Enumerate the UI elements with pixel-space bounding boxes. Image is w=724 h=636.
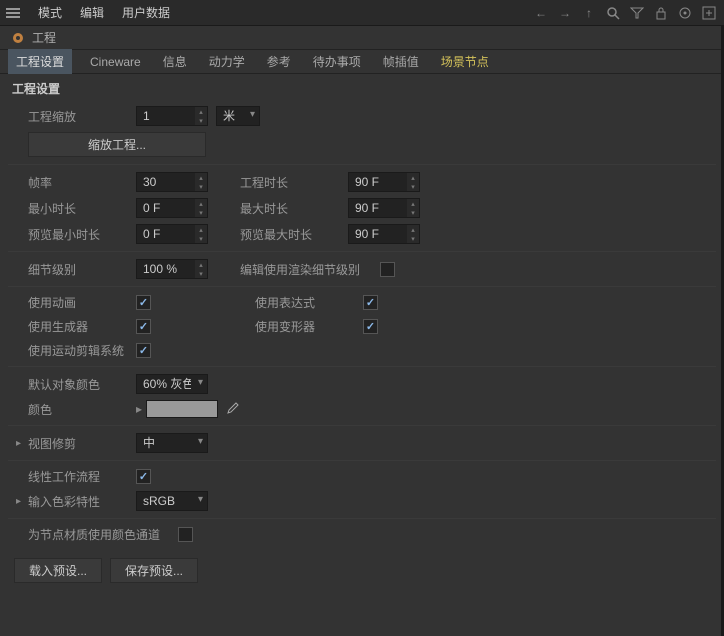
add-panel-icon[interactable] <box>700 4 718 22</box>
expand-input-color-icon[interactable]: ▸ <box>16 496 28 507</box>
label-use-motion: 使用运动剪辑系统 <box>28 342 136 359</box>
label-use-anim: 使用动画 <box>28 294 136 311</box>
label-default-color-mode: 默认对象颜色 <box>28 376 136 393</box>
label-min-duration: 最小时长 <box>28 200 136 217</box>
checkbox-use-deform[interactable] <box>363 319 378 334</box>
nav-fwd-icon[interactable]: → <box>556 4 574 22</box>
checkbox-linear-workflow[interactable] <box>136 469 151 484</box>
label-preview-min: 预览最小时长 <box>28 226 136 243</box>
label-max-duration: 最大时长 <box>240 200 348 217</box>
label-use-deform: 使用变形器 <box>255 318 363 335</box>
label-duration: 工程时长 <box>240 174 348 191</box>
label-render-lod: 编辑使用渲染细节级别 <box>240 261 380 278</box>
checkbox-use-anim[interactable] <box>136 295 151 310</box>
window-title-bar: 工程 <box>0 26 724 50</box>
hamburger-icon[interactable] <box>4 4 22 22</box>
expand-color-icon[interactable]: ▸ <box>136 402 142 416</box>
scale-project-button[interactable]: 缩放工程... <box>28 132 206 157</box>
target-icon[interactable] <box>676 4 694 22</box>
menubar: 模式 编辑 用户数据 ← → ↑ <box>0 0 724 26</box>
eyedropper-icon[interactable] <box>224 401 240 417</box>
select-default-color[interactable]: 60% 灰色 <box>136 374 208 394</box>
filter-icon[interactable] <box>628 4 646 22</box>
label-use-gen: 使用生成器 <box>28 318 136 335</box>
label-use-expr: 使用表达式 <box>255 294 363 311</box>
tab-reference[interactable]: 参考 <box>263 49 295 74</box>
select-input-color[interactable]: sRGB <box>136 491 208 511</box>
spinner-lod[interactable]: ▴▾ <box>195 260 207 278</box>
checkbox-node-material-color[interactable] <box>178 527 193 542</box>
label-input-color: 输入色彩特性 <box>28 493 136 510</box>
select-view-clip[interactable]: 中 <box>136 433 208 453</box>
lock-icon[interactable] <box>652 4 670 22</box>
tab-scene-node[interactable]: 场景节点 <box>437 49 493 74</box>
label-project-scale: 工程缩放 <box>28 108 136 125</box>
spinner-pmax[interactable]: ▴▾ <box>407 225 419 243</box>
label-color: 颜色 <box>28 401 136 418</box>
settings-panel: 工程缩放 ▴▾ 米 缩放工程... 帧率 ▴▾ 工程时长 ▴▾ 最小时长 ▴▾ <box>0 99 724 550</box>
label-view-clip: 视图修剪 <box>28 435 136 452</box>
tab-bar: 工程设置 Cineware 信息 动力学 参考 待办事项 帧插值 场景节点 <box>0 50 724 74</box>
color-swatch[interactable] <box>146 400 218 418</box>
checkbox-use-expr[interactable] <box>363 295 378 310</box>
checkbox-use-motion[interactable] <box>136 343 151 358</box>
spinner-project-scale[interactable]: ▴▾ <box>195 107 207 125</box>
menu-userdata[interactable]: 用户数据 <box>114 0 178 25</box>
tab-dynamics[interactable]: 动力学 <box>205 49 249 74</box>
label-fps: 帧率 <box>28 174 136 191</box>
checkbox-render-lod[interactable] <box>380 262 395 277</box>
section-title: 工程设置 <box>0 74 724 99</box>
window-title: 工程 <box>32 29 56 46</box>
project-icon <box>10 30 26 46</box>
search-icon[interactable] <box>604 4 622 22</box>
tab-frame-interp[interactable]: 帧插值 <box>379 49 423 74</box>
menu-edit[interactable]: 编辑 <box>72 0 112 25</box>
label-lod: 细节级别 <box>28 261 136 278</box>
select-unit[interactable]: 米 <box>216 106 260 126</box>
label-preview-max: 预览最大时长 <box>240 226 348 243</box>
nav-back-icon[interactable]: ← <box>532 4 550 22</box>
nav-up-icon[interactable]: ↑ <box>580 4 598 22</box>
load-preset-button[interactable]: 载入预设... <box>14 558 102 583</box>
spinner-fps[interactable]: ▴▾ <box>195 173 207 191</box>
checkbox-use-gen[interactable] <box>136 319 151 334</box>
spinner-max[interactable]: ▴▾ <box>407 199 419 217</box>
spinner-pmin[interactable]: ▴▾ <box>195 225 207 243</box>
label-linear-workflow: 线性工作流程 <box>28 468 136 485</box>
tab-todo[interactable]: 待办事项 <box>309 49 365 74</box>
label-node-material-color: 为节点材质使用颜色通道 <box>28 526 178 543</box>
menu-mode[interactable]: 模式 <box>30 0 70 25</box>
spinner-duration[interactable]: ▴▾ <box>407 173 419 191</box>
save-preset-button[interactable]: 保存预设... <box>110 558 198 583</box>
tab-project-settings[interactable]: 工程设置 <box>8 49 72 74</box>
tab-info[interactable]: 信息 <box>159 49 191 74</box>
expand-view-clip-icon[interactable]: ▸ <box>16 438 28 449</box>
tab-cineware[interactable]: Cineware <box>86 51 145 73</box>
spinner-min[interactable]: ▴▾ <box>195 199 207 217</box>
